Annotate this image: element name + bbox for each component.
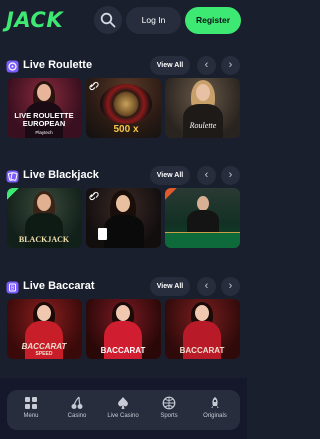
- brand-logo[interactable]: JACK: [6, 8, 63, 32]
- card-caption: Roulette: [189, 121, 217, 130]
- link-icon: [89, 81, 99, 91]
- next-button[interactable]: ›: [221, 56, 240, 75]
- view-all-button[interactable]: View All: [150, 277, 190, 296]
- game-card[interactable]: [86, 188, 161, 248]
- next-button[interactable]: ›: [221, 166, 240, 185]
- dealer-face: [196, 84, 210, 101]
- card-subcaption: Playtech: [35, 130, 53, 135]
- provider-badge: [7, 188, 19, 200]
- dealer-body: [104, 215, 144, 248]
- section-title: Live Roulette: [23, 59, 93, 71]
- nav-originals[interactable]: Originals: [192, 396, 238, 428]
- game-card[interactable]: BACCARAT SPEED: [7, 299, 82, 359]
- chevron-left-icon: ‹: [204, 169, 209, 181]
- nav-casino[interactable]: Casino: [54, 396, 100, 428]
- game-card[interactable]: BACCARAT: [165, 299, 240, 359]
- card-caption: BACCARAT: [100, 346, 146, 355]
- playing-card-icon: [98, 228, 107, 240]
- link-icon: [89, 191, 99, 201]
- card-caption: LIVE ROULETTE EUROPEAN: [14, 111, 74, 128]
- nav-label: Originals: [203, 413, 227, 419]
- section-title: Live Blackjack: [23, 169, 99, 181]
- blackjack-table: [165, 232, 240, 248]
- chevron-left-icon: ‹: [204, 59, 209, 71]
- dealer-face: [195, 305, 209, 321]
- section-title: Live Baccarat: [23, 280, 95, 292]
- rocket-icon: [211, 397, 219, 408]
- dealer-face: [197, 196, 209, 211]
- register-button[interactable]: Register: [185, 7, 241, 34]
- nav-label: Sports: [160, 413, 178, 419]
- grid-icon: [25, 397, 37, 409]
- game-carousel: BACCARAT SPEED BACCARAT BACCARAT: [0, 299, 247, 359]
- previous-button[interactable]: ‹: [197, 166, 216, 185]
- dealer-face: [37, 305, 51, 321]
- provider-badge: [165, 188, 177, 200]
- roulette-icon: [6, 60, 19, 73]
- nav-label: Menu: [23, 413, 39, 419]
- search-button[interactable]: [94, 6, 122, 34]
- dealer-face: [116, 305, 130, 321]
- chevron-left-icon: ‹: [204, 280, 209, 292]
- nav-sports[interactable]: Sports: [146, 396, 192, 428]
- view-all-button[interactable]: View All: [150, 56, 190, 75]
- search-icon: [100, 12, 116, 28]
- game-card[interactable]: [165, 188, 240, 248]
- dealer-face: [116, 195, 130, 212]
- card-caption: BACCARAT: [179, 346, 225, 355]
- roulette-wheel: [100, 84, 152, 124]
- nav-label: Live Casino: [107, 413, 139, 419]
- top-header: JACK Log In Register: [0, 0, 247, 42]
- chevron-right-icon: ›: [228, 280, 233, 292]
- login-button[interactable]: Log In: [126, 7, 181, 34]
- card-caption: BLACKJACK: [18, 235, 70, 244]
- nav-live-casino[interactable]: Live Casino: [100, 396, 146, 428]
- nav-label: Casino: [67, 413, 87, 419]
- game-card[interactable]: BLACKJACK: [7, 188, 82, 248]
- game-card[interactable]: BACCARAT: [86, 299, 161, 359]
- cherries-icon: [71, 396, 83, 409]
- game-carousel: BLACKJACK: [0, 188, 247, 248]
- cards-icon: [6, 170, 19, 183]
- dealer-face: [37, 194, 51, 211]
- baccarat-icon: B: [6, 281, 19, 294]
- previous-button[interactable]: ‹: [197, 277, 216, 296]
- previous-button[interactable]: ‹: [197, 56, 216, 75]
- view-all-button[interactable]: View All: [150, 166, 190, 185]
- dealer-face: [37, 84, 51, 101]
- card-caption: 500 x: [113, 124, 139, 135]
- game-card[interactable]: 500 x: [86, 78, 161, 138]
- chevron-right-icon: ›: [228, 59, 233, 71]
- card-caption: BACCARAT: [21, 342, 67, 351]
- game-card[interactable]: Roulette: [165, 78, 240, 138]
- game-carousel: LIVE ROULETTE EUROPEAN Playtech 500 x Ro…: [0, 78, 247, 138]
- game-card[interactable]: LIVE ROULETTE EUROPEAN Playtech: [7, 78, 82, 138]
- bottom-navigation: Menu Casino Live Casino Sports Originals: [7, 390, 240, 430]
- next-button[interactable]: ›: [221, 277, 240, 296]
- chevron-right-icon: ›: [228, 169, 233, 181]
- spade-icon: [118, 397, 128, 409]
- ball-icon: [162, 396, 176, 410]
- card-subcaption: SPEED: [35, 351, 53, 357]
- nav-menu[interactable]: Menu: [8, 396, 54, 428]
